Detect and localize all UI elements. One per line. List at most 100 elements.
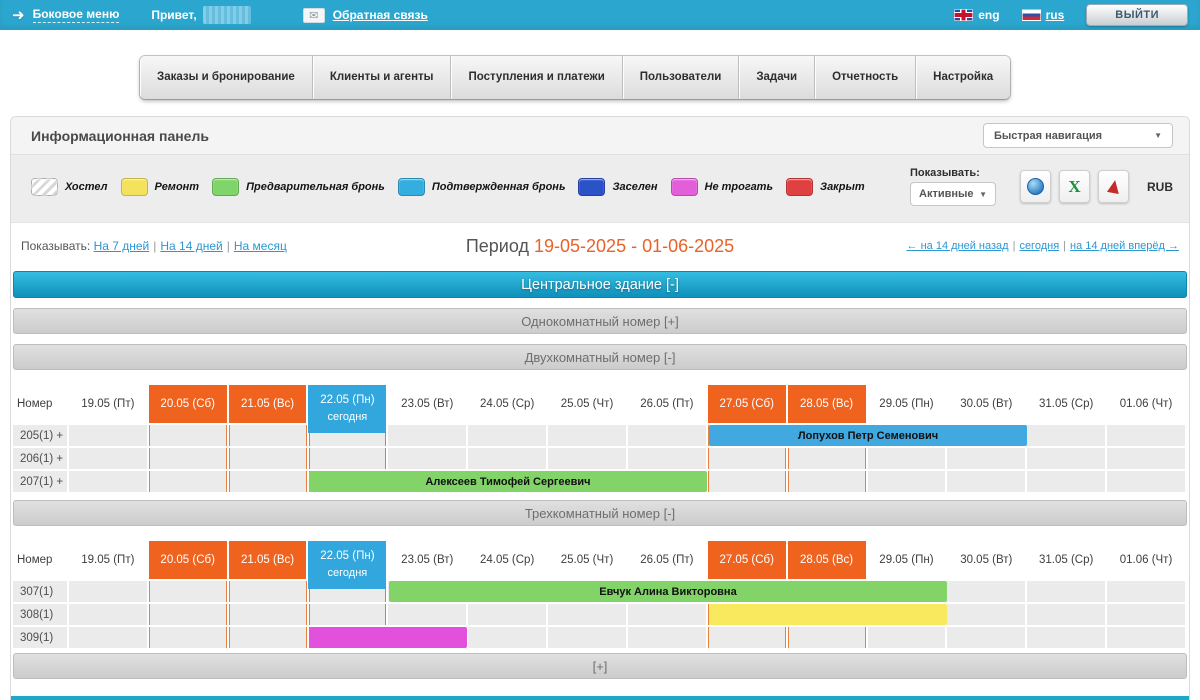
date-header-cell[interactable]: 01.06 (Чт): [1107, 541, 1185, 579]
tab-4[interactable]: Пользователи: [623, 56, 740, 99]
date-header-cell[interactable]: 26.05 (Пт): [628, 541, 706, 579]
day-cell[interactable]: [69, 604, 147, 625]
building-header[interactable]: Центральное здание [-]: [13, 271, 1187, 298]
day-cell[interactable]: [69, 581, 147, 602]
room-label[interactable]: 308(1): [13, 604, 67, 625]
date-header-cell[interactable]: 19.05 (Пт): [69, 541, 147, 579]
booking-bar[interactable]: [309, 627, 467, 648]
lang-rus-link[interactable]: rus: [1046, 8, 1065, 22]
day-cell[interactable]: [149, 425, 227, 446]
export-html-button[interactable]: [1020, 170, 1051, 203]
forward-14-days-link[interactable]: на 14 дней вперёд →: [1070, 240, 1179, 252]
day-cell[interactable]: [548, 627, 626, 648]
day-cell[interactable]: [947, 627, 1025, 648]
day-cell[interactable]: [149, 581, 227, 602]
day-cell[interactable]: [468, 604, 546, 625]
logout-button[interactable]: выйти: [1086, 4, 1188, 26]
day-cell[interactable]: [548, 604, 626, 625]
date-header-cell[interactable]: 01.06 (Чт): [1107, 385, 1185, 423]
day-cell[interactable]: [788, 471, 866, 492]
date-header-cell[interactable]: 31.05 (Ср): [1027, 541, 1105, 579]
day-cell[interactable]: [69, 425, 147, 446]
day-cell[interactable]: [229, 604, 307, 625]
day-cell[interactable]: [388, 604, 466, 625]
day-cell[interactable]: [468, 448, 546, 469]
date-header-cell[interactable]: 24.05 (Ср): [468, 541, 546, 579]
day-cell[interactable]: [1107, 581, 1185, 602]
day-cell[interactable]: [1107, 471, 1185, 492]
lang-eng-link[interactable]: eng: [978, 8, 999, 22]
day-cell[interactable]: [468, 627, 546, 648]
range-month-link[interactable]: На месяц: [234, 239, 287, 253]
tab-6[interactable]: Отчетность: [815, 56, 916, 99]
date-header-cell[interactable]: 27.05 (Сб): [708, 541, 786, 579]
date-header-cell[interactable]: 26.05 (Пт): [628, 385, 706, 423]
day-cell[interactable]: [69, 471, 147, 492]
day-cell[interactable]: [628, 425, 706, 446]
day-cell[interactable]: [868, 627, 946, 648]
export-excel-button[interactable]: X: [1059, 170, 1090, 203]
booking-bar[interactable]: Алексеев Тимофей Сергеевич: [309, 471, 707, 492]
day-cell[interactable]: [149, 448, 227, 469]
range-7-days-link[interactable]: На 7 дней: [94, 239, 150, 253]
day-cell[interactable]: [229, 581, 307, 602]
day-cell[interactable]: [309, 604, 387, 625]
day-cell[interactable]: [1027, 448, 1105, 469]
day-cell[interactable]: [1027, 471, 1105, 492]
section-add-more[interactable]: [+]: [13, 653, 1187, 679]
day-cell[interactable]: [1107, 627, 1185, 648]
date-header-cell[interactable]: 29.05 (Пн): [868, 541, 946, 579]
date-header-cell[interactable]: 20.05 (Сб): [149, 541, 227, 579]
quick-navigation-select[interactable]: Быстрая навигация ▼: [983, 123, 1173, 148]
date-header-cell[interactable]: 25.05 (Чт): [548, 385, 626, 423]
day-cell[interactable]: [1107, 448, 1185, 469]
day-cell[interactable]: [1107, 425, 1185, 446]
day-cell[interactable]: [708, 627, 786, 648]
date-header-cell[interactable]: 31.05 (Ср): [1027, 385, 1105, 423]
today-link[interactable]: сегодня: [1019, 240, 1059, 252]
room-label[interactable]: 307(1): [13, 581, 67, 602]
tab-7[interactable]: Настройка: [916, 56, 1010, 99]
day-cell[interactable]: [708, 471, 786, 492]
date-header-cell[interactable]: 22.05 (Пн)сегодня: [308, 541, 386, 589]
date-header-cell[interactable]: 24.05 (Ср): [468, 385, 546, 423]
date-header-cell[interactable]: 30.05 (Вт): [947, 541, 1025, 579]
day-cell[interactable]: [868, 471, 946, 492]
show-filter-select[interactable]: Активные ▼: [910, 182, 996, 206]
date-header-cell[interactable]: 21.05 (Вс): [229, 541, 307, 579]
day-cell[interactable]: [1027, 627, 1105, 648]
day-cell[interactable]: [69, 448, 147, 469]
day-cell[interactable]: [229, 627, 307, 648]
day-cell[interactable]: [229, 471, 307, 492]
day-cell[interactable]: [229, 425, 307, 446]
range-14-days-link[interactable]: На 14 дней: [160, 239, 222, 253]
tab-3[interactable]: Поступления и платежи: [451, 56, 622, 99]
tab-2[interactable]: Клиенты и агенты: [313, 56, 452, 99]
day-cell[interactable]: [1107, 604, 1185, 625]
date-header-cell[interactable]: 30.05 (Вт): [947, 385, 1025, 423]
day-cell[interactable]: [1027, 425, 1105, 446]
day-cell[interactable]: [229, 448, 307, 469]
day-cell[interactable]: [69, 627, 147, 648]
room-label[interactable]: 206(1) +: [13, 448, 67, 469]
feedback-link[interactable]: Обратная связь: [333, 8, 428, 22]
day-cell[interactable]: [548, 425, 626, 446]
date-header-cell[interactable]: 22.05 (Пн)сегодня: [308, 385, 386, 433]
day-cell[interactable]: [628, 604, 706, 625]
date-header-cell[interactable]: 21.05 (Вс): [229, 385, 307, 423]
export-pdf-button[interactable]: [1098, 170, 1129, 203]
room-label[interactable]: 205(1) +: [13, 425, 67, 446]
booking-bar[interactable]: Лопухов Петр Семенович: [709, 425, 1027, 446]
day-cell[interactable]: [947, 581, 1025, 602]
day-cell[interactable]: [468, 425, 546, 446]
day-cell[interactable]: [947, 604, 1025, 625]
date-header-cell[interactable]: 20.05 (Сб): [149, 385, 227, 423]
day-cell[interactable]: [628, 627, 706, 648]
day-cell[interactable]: [388, 448, 466, 469]
day-cell[interactable]: [309, 448, 387, 469]
date-header-cell[interactable]: 25.05 (Чт): [548, 541, 626, 579]
day-cell[interactable]: [628, 448, 706, 469]
date-header-cell[interactable]: 29.05 (Пн): [868, 385, 946, 423]
day-cell[interactable]: [548, 448, 626, 469]
room-label[interactable]: 309(1): [13, 627, 67, 648]
